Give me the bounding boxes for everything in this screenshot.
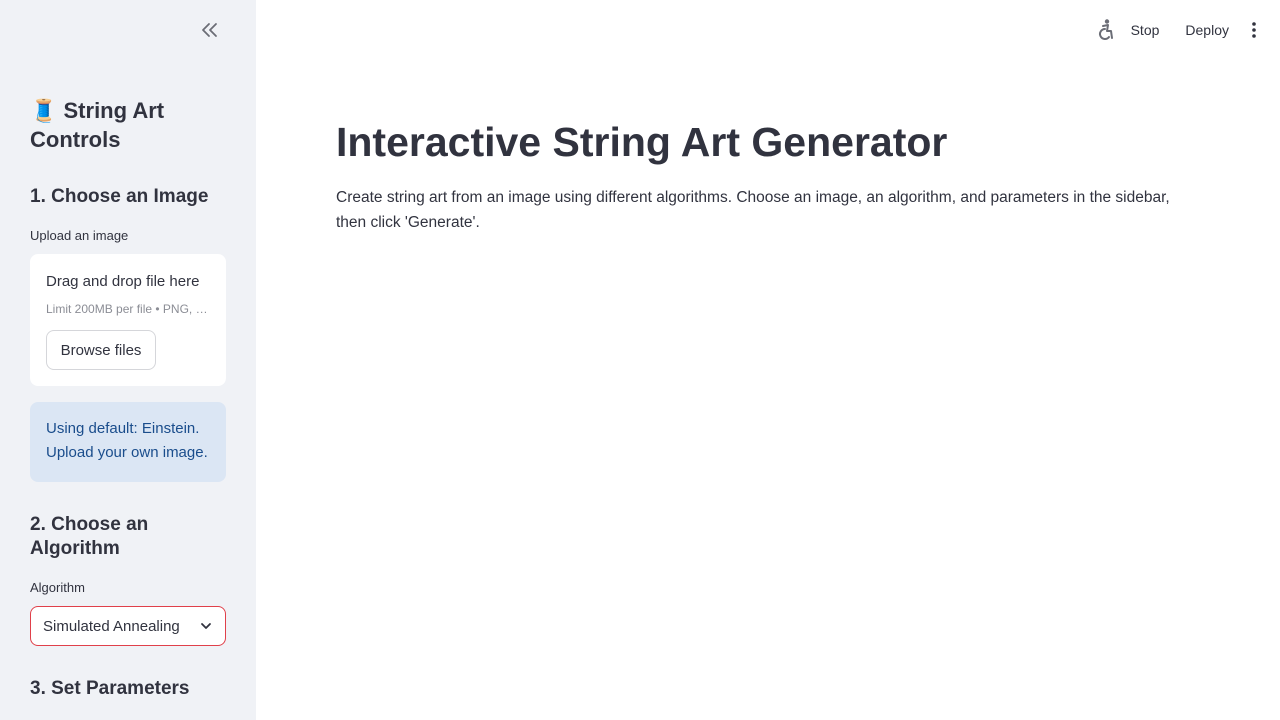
stop-button[interactable]: Stop [1118, 16, 1173, 44]
running-person-icon[interactable] [1094, 16, 1118, 44]
top-toolbar: Stop Deploy [1094, 16, 1262, 44]
double-chevron-left-icon [202, 23, 217, 37]
algorithm-selected-value: Simulated Annealing [43, 617, 180, 635]
kebab-menu-icon[interactable] [1246, 16, 1262, 44]
section-set-parameters-heading: 3. Set Parameters [30, 678, 190, 699]
file-uploader-dropzone[interactable]: Drag and drop file here Limit 200MB per … [30, 254, 226, 386]
chevron-down-icon [199, 619, 213, 633]
section-choose-algorithm-heading: 2. Choose an Algorithm [30, 514, 149, 559]
drag-drop-text: Drag and drop file here [46, 273, 200, 290]
page-title: Interactive String Art Generator [336, 119, 948, 165]
collapse-sidebar-button[interactable] [196, 16, 224, 44]
algorithm-select[interactable]: Simulated Annealing [30, 606, 226, 646]
browse-files-button[interactable]: Browse files [46, 330, 156, 370]
sidebar-title: 🧵 String Art Controls [30, 98, 165, 152]
section-choose-image-heading: 1. Choose an Image [30, 186, 209, 207]
default-image-info-box: Using default: Einstein. Upload your own… [30, 402, 226, 482]
upload-label: Upload an image [30, 228, 129, 243]
deploy-button[interactable]: Deploy [1172, 16, 1242, 44]
algorithm-label: Algorithm [30, 580, 85, 595]
sidebar: 🧵 String Art Controls 1. Choose an Image… [0, 0, 256, 720]
upload-limit-text: Limit 200MB per file • PNG, JPG, JPEG [46, 302, 210, 316]
page-description: Create string art from an image using di… [336, 189, 1170, 231]
